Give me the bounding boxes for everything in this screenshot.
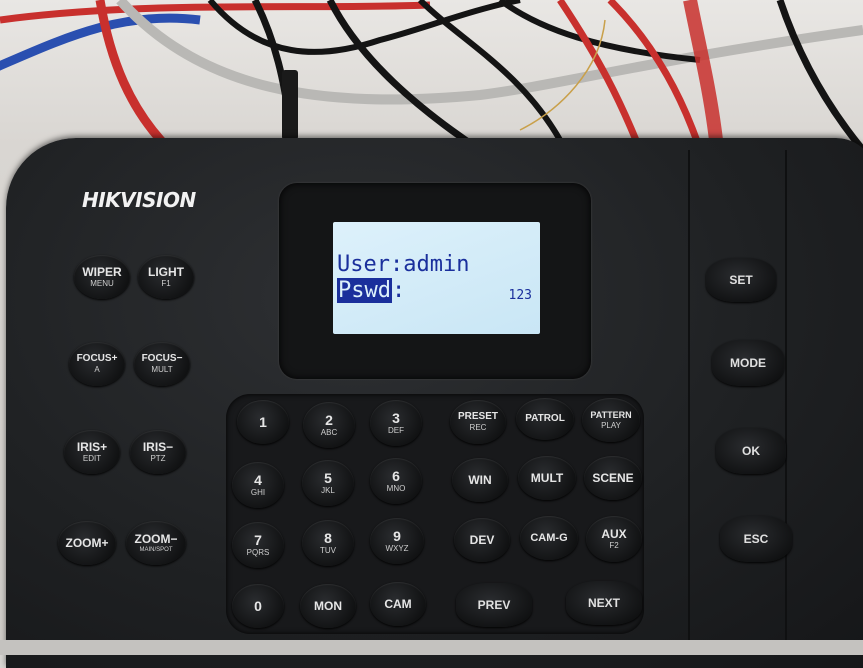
key-label: PREV xyxy=(477,598,511,612)
key-label: 9 xyxy=(393,528,401,544)
preset-button[interactable]: PRESET REC xyxy=(450,400,506,444)
button-sublabel: MULT xyxy=(151,365,173,374)
cam-button[interactable]: CAM xyxy=(370,582,426,626)
button-label: WIPER xyxy=(82,265,122,279)
key-label: SCENE xyxy=(592,471,634,485)
key-label: AUX xyxy=(601,527,627,541)
key-label: 0 xyxy=(254,598,262,614)
button-sublabel: A xyxy=(94,365,100,374)
iris-minus-button[interactable]: IRIS− PTZ xyxy=(130,430,186,474)
key-label: 7 xyxy=(254,532,262,548)
scene-button[interactable]: SCENE xyxy=(584,456,642,500)
pattern-button[interactable]: PATTERN PLAY xyxy=(582,398,640,442)
key-6[interactable]: 6 MNO xyxy=(370,458,422,504)
key-label: OK xyxy=(742,444,760,458)
lcd-user-line: User:admin xyxy=(337,252,470,277)
key-sublabel: REC xyxy=(469,423,487,432)
key-label: PRESET xyxy=(457,411,498,422)
key-sublabel: WXYZ xyxy=(385,544,409,553)
key-label: MON xyxy=(314,599,342,613)
mode-button[interactable]: MODE xyxy=(712,340,784,386)
button-label: IRIS+ xyxy=(76,440,108,454)
button-label: ZOOM− xyxy=(134,532,178,546)
key-sublabel: DEF xyxy=(388,426,404,435)
divider xyxy=(688,150,690,655)
lcd-password-colon: : xyxy=(391,278,406,303)
key-label: 3 xyxy=(392,410,400,426)
key-5[interactable]: 5 JKL xyxy=(302,460,354,506)
key-label: 2 xyxy=(325,412,333,428)
patrol-button[interactable]: PATROL xyxy=(516,398,574,440)
focus-minus-button[interactable]: FOCUS− MULT xyxy=(134,342,190,386)
esc-button[interactable]: ESC xyxy=(720,516,792,562)
lcd-password-label: Pswd xyxy=(337,278,392,303)
light-button[interactable]: LIGHT F1 xyxy=(138,255,194,299)
key-sublabel: MNO xyxy=(386,484,406,493)
lcd-screen: User:admin Pswd: 123 xyxy=(333,222,540,334)
cam-g-button[interactable]: CAM-G xyxy=(520,516,578,560)
key-sublabel: F2 xyxy=(609,541,619,550)
set-button[interactable]: SET xyxy=(706,258,776,302)
key-7[interactable]: 7 PQRS xyxy=(232,522,284,568)
button-label: IRIS− xyxy=(142,440,174,454)
key-label: MULT xyxy=(530,471,564,485)
button-label: FOCUS+ xyxy=(76,353,118,364)
button-sublabel: MAIN/SPOT xyxy=(139,547,173,553)
brand-logo: HIKVISION xyxy=(82,188,196,212)
divider xyxy=(785,150,787,655)
key-label: NEXT xyxy=(587,596,620,610)
wiper-button[interactable]: WIPER MENU xyxy=(74,255,130,299)
key-4[interactable]: 4 GHI xyxy=(232,462,284,508)
key-label: 8 xyxy=(324,530,332,546)
key-label: SET xyxy=(729,273,753,287)
key-0[interactable]: 0 xyxy=(232,584,284,628)
aux-button[interactable]: AUX F2 xyxy=(586,516,642,562)
key-9[interactable]: 9 WXYZ xyxy=(370,518,424,564)
key-label: 1 xyxy=(259,414,267,430)
focus-plus-button[interactable]: FOCUS+ A xyxy=(69,342,125,386)
key-1[interactable]: 1 xyxy=(237,400,289,444)
mon-button[interactable]: MON xyxy=(300,584,356,628)
button-sublabel: PTZ xyxy=(150,454,166,463)
button-label: ZOOM+ xyxy=(65,536,109,550)
key-label: PATROL xyxy=(525,413,565,424)
button-sublabel: MENU xyxy=(90,279,114,288)
key-label: ESC xyxy=(743,532,769,546)
key-sublabel: ABC xyxy=(320,428,338,437)
key-label: DEV xyxy=(469,533,495,547)
iris-plus-button[interactable]: IRIS+ EDIT xyxy=(64,430,120,474)
next-button[interactable]: NEXT xyxy=(566,581,642,625)
key-3[interactable]: 3 DEF xyxy=(370,400,422,446)
table-surface xyxy=(0,640,863,655)
key-label: CAM-G xyxy=(530,531,568,544)
key-sublabel: PLAY xyxy=(601,420,621,430)
zoom-minus-button[interactable]: ZOOM− MAIN/SPOT xyxy=(126,521,186,565)
button-label: LIGHT xyxy=(148,265,184,279)
key-sublabel: PQRS xyxy=(246,548,270,557)
key-sublabel: GHI xyxy=(250,488,266,497)
zoom-plus-button[interactable]: ZOOM+ xyxy=(58,521,116,565)
key-8[interactable]: 8 TUV xyxy=(302,520,354,566)
prev-button[interactable]: PREV xyxy=(456,583,532,627)
key-sublabel: JKL xyxy=(321,486,335,495)
win-button[interactable]: WIN xyxy=(452,458,508,502)
button-label: FOCUS− xyxy=(141,353,183,364)
key-label: 6 xyxy=(392,468,400,484)
key-2[interactable]: 2 ABC xyxy=(303,402,355,448)
dev-button[interactable]: DEV xyxy=(454,518,510,562)
key-label: WIN xyxy=(468,473,492,487)
key-label: 5 xyxy=(324,470,332,486)
key-label: CAM xyxy=(384,597,412,611)
button-sublabel: F1 xyxy=(161,279,171,288)
key-label: 4 xyxy=(254,472,262,488)
key-label: PATTERN xyxy=(590,409,632,420)
key-sublabel: TUV xyxy=(320,546,336,555)
lcd-value: 123 xyxy=(508,288,532,303)
mult-button[interactable]: MULT xyxy=(518,456,576,500)
ok-button[interactable]: OK xyxy=(716,428,786,474)
key-label: MODE xyxy=(730,356,766,370)
button-sublabel: EDIT xyxy=(82,454,102,463)
lcd-password-line: Pswd: xyxy=(337,278,405,303)
